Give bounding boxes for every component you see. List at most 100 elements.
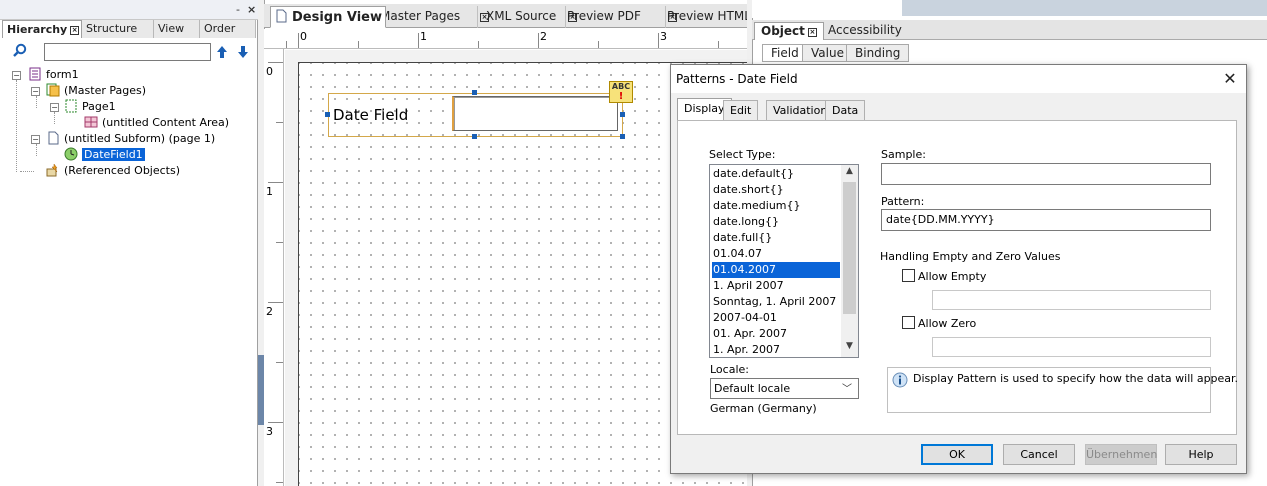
tree-item-master-pages[interactable]: (Master Pages) [46,83,146,99]
pattern-field[interactable]: date{DD.MM.YYYY} [881,209,1211,231]
list-item[interactable]: date.full{} [713,230,772,246]
list-item[interactable]: 1. Apr. 2007 [713,342,780,357]
list-item[interactable]: Sonntag, 1. April 2007 [713,294,836,310]
close-icon[interactable]: × [247,3,256,16]
allow-empty-field[interactable] [932,290,1211,310]
chevron-down-icon[interactable]: ▼ [842,341,857,355]
ruler-label: 1 [266,185,273,198]
tab-label: Binding [855,46,901,60]
hierarchy-panel-header: - × [0,0,258,20]
locale-label: Locale: [710,363,749,376]
minimize-icon[interactable]: - [236,3,240,16]
collapse-toggle[interactable]: − [31,135,40,144]
allow-zero-checkbox[interactable] [902,316,915,329]
ruler-label: 3 [266,425,273,438]
resize-handle[interactable] [620,112,625,117]
chevron-up-icon[interactable]: ▲ [842,166,857,180]
help-button[interactable]: Help [1165,444,1237,465]
date-field-input[interactable] [452,96,618,131]
list-item[interactable]: date.short{} [713,182,784,198]
tab-label: Preview PDF [567,9,641,23]
tree-line [16,80,17,172]
resize-handle[interactable] [620,134,625,139]
search-icon[interactable] [12,43,28,59]
handling-label: Handling Empty and Zero Values [880,250,1061,263]
arrow-up-icon[interactable] [215,43,229,61]
ruler-label: 0 [300,30,307,43]
tab-master-pages[interactable]: Master Pages [386,6,478,28]
locale-select-value: Default locale [714,382,791,395]
tab-structure[interactable]: Structure [82,20,154,38]
list-item[interactable]: date.long{} [713,214,779,230]
chevron-down-icon[interactable]: ﹀ [842,380,852,395]
allow-empty-checkbox[interactable] [902,269,915,282]
tab-label: Order [204,22,236,35]
dialog-title: Patterns - Date Field [676,72,798,86]
tab-hierarchy[interactable]: Hierarchy × [2,20,82,38]
page-icon [65,99,77,113]
arrow-down-icon[interactable] [236,43,250,61]
tab-label: Field [771,46,799,60]
date-field-caption: Date Field [333,106,409,124]
object-subtabs: Field Value Binding [752,42,1267,62]
tab-data[interactable]: Data [825,100,866,120]
ruler-label: 1 [420,30,427,43]
collapse-toggle[interactable]: − [31,87,40,96]
badge-text: ABC [611,82,631,91]
tab-label: Validation [773,104,828,117]
tab-edit[interactable]: Edit [723,100,759,120]
ruler-label: 2 [266,305,273,318]
list-item[interactable]: 01.04.07 [713,246,762,262]
tab-label: Display [684,102,725,115]
sample-field[interactable] [881,163,1211,185]
ok-button[interactable]: OK [921,444,993,465]
ruler-label: 0 [266,65,273,78]
tab-xml-source[interactable]: ×XML Source [478,6,566,28]
tree-item-datefield1[interactable]: DateField1 [64,147,145,163]
tab-preview-pdf[interactable]: ×Preview PDF [566,6,666,28]
close-icon[interactable]: × [807,28,817,37]
tab-preview-html[interactable]: ×Preview HTML [666,6,747,28]
ruler-label: 3 [660,30,667,43]
tab-binding[interactable]: Binding [846,44,910,62]
list-item[interactable]: date.default{} [713,166,794,182]
list-item[interactable]: 1. April 2007 [713,278,784,294]
close-icon[interactable]: ✕ [1220,69,1240,89]
search-input[interactable] [44,43,211,61]
collapse-toggle[interactable]: − [12,71,21,80]
scrollbar-thumb[interactable] [843,182,856,314]
collapse-toggle[interactable]: − [50,103,59,112]
content-area-icon [84,116,98,128]
design-tabs: Design View Master Pages ×XML Source ×Pr… [264,4,747,28]
apply-button[interactable]: Übernehmen [1085,444,1157,465]
date-field-icon [64,147,78,161]
spell-check-warning-icon[interactable]: ABC! [609,81,633,103]
resize-handle[interactable] [472,90,477,95]
list-item[interactable]: 01. Apr. 2007 [713,326,787,342]
tab-field[interactable]: Field [762,44,808,62]
list-item[interactable]: 01.04.2007 [711,261,841,279]
resize-handle[interactable] [472,134,477,139]
tab-view[interactable]: View [154,20,200,38]
tree-item-label: (Referenced Objects) [64,164,181,177]
tab-design-view[interactable]: Design View [270,6,386,28]
tree-item-form1[interactable]: form1 [28,67,79,83]
list-item[interactable]: 2007-04-01 [713,310,777,326]
close-icon[interactable]: × [70,26,80,35]
pattern-label: Pattern: [881,195,925,208]
tab-label: Design View [292,10,383,25]
tree-item-content-area[interactable]: (untitled Content Area) [84,115,229,131]
tree-item-page1[interactable]: Page1 [64,99,116,115]
tab-order[interactable]: Order [200,20,256,38]
cancel-button[interactable]: Cancel [1003,444,1075,465]
tree-item-referenced-objects[interactable]: (Referenced Objects) [46,163,180,179]
allow-zero-field[interactable] [932,337,1211,357]
vertical-ruler: 0 1 2 3 [264,49,284,486]
resize-handle[interactable] [325,112,330,117]
tab-accessibility[interactable]: Accessibility [822,22,908,40]
tab-object[interactable]: Object × [754,22,824,40]
tree-item-subform[interactable]: (untitled Subform) (page 1) [46,131,215,147]
type-listbox[interactable]: date.default{} date.short{} date.medium{} d… [709,164,859,358]
list-item[interactable]: date.medium{} [713,198,801,214]
tree-item-label: Page1 [82,100,116,113]
